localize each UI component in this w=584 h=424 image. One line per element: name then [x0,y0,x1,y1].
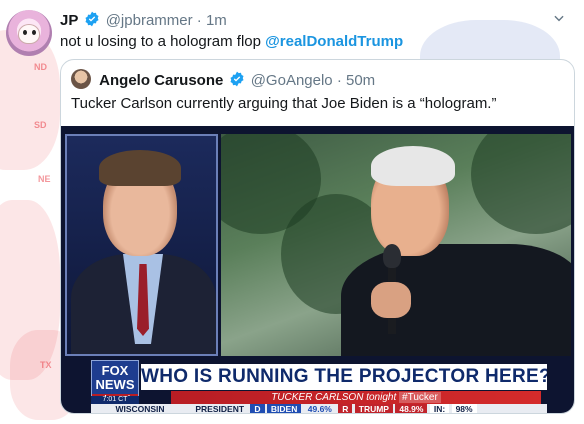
network-logo: FOX NEWS channel [91,360,139,403]
broadcast-subline: TUCKER CARLSON tonight #Tucker [171,391,541,404]
author-avatar[interactable] [6,10,52,56]
author-name[interactable]: JP [60,12,78,29]
tweet-text: not u losing to a hologram flop @realDon… [60,33,403,50]
tweet-header: JP @jpbrammer · 1m [60,11,227,29]
ticker-dem-name: BIDEN [266,404,302,413]
background-foliage [471,134,571,234]
broadcast-clock: 7:01 CT [91,396,139,404]
quoted-author-avatar[interactable] [71,69,91,89]
separator-dot: · [196,12,202,29]
ticker-race: PRESIDENT [195,404,245,413]
avatar-eye-right [32,30,36,35]
speaker-figure-hand [371,282,411,318]
separator-dot: · [336,72,342,89]
quoted-tweet-media[interactable]: FOX NEWS channel WHO IS RUNNING THE PROJ… [61,126,574,413]
tweet-timestamp[interactable]: 1m [206,12,227,29]
host-figure-hair [99,150,181,186]
chevron-down-icon[interactable] [552,11,566,28]
tv-split-right-panel [221,134,571,356]
ticker-in-label: IN: [429,404,450,413]
mention-link[interactable]: @realDonaldTrump [265,33,403,50]
quoted-tweet-header: Angelo Carusone @GoAngelo · 50m [71,69,375,89]
quoted-author-name[interactable]: Angelo Carusone [99,72,223,89]
ticker-in-pct: 98% [451,404,477,413]
show-suffix: tonight [366,392,397,403]
speaker-figure-hair [371,146,455,186]
show-hashtag: #Tucker [399,392,441,403]
avatar-eye-left [23,30,27,35]
microphone-icon [383,244,401,268]
quoted-author-handle[interactable]: @GoAngelo [251,72,333,89]
show-name: TUCKER CARLSON [271,392,364,403]
election-ticker: WISCONSIN PRESIDENT D BIDEN 49.6% R TRUM… [91,404,547,413]
tv-lower-third: FOX NEWS channel WHO IS RUNNING THE PROJ… [61,358,574,413]
ticker-state: WISCONSIN [115,404,165,413]
verified-badge-icon [229,71,244,87]
ticker-dem-letter: D [250,404,265,413]
ticker-rep-letter: R [338,404,353,413]
quoted-tweet[interactable]: Angelo Carusone @GoAngelo · 50m Tucker C… [60,59,575,414]
ticker-dem-pct: 49.6% [307,404,332,413]
avatar-face [18,24,40,44]
tweet[interactable]: JP @jpbrammer · 1m not u losing to a hol… [0,0,584,424]
tweet-body: not u losing to a hologram flop [60,33,261,50]
quoted-tweet-timestamp[interactable]: 50m [346,72,375,89]
network-logo-line1: FOX [101,363,129,378]
tv-split-left-panel [65,134,218,356]
verified-badge-icon [84,11,99,27]
ticker-rep-pct: 48.9% [395,404,428,413]
ticker-rep-name: TRUMP [354,404,393,413]
broadcast-headline: WHO IS RUNNING THE PROJECTOR HERE? [141,364,547,390]
quoted-tweet-text: Tucker Carlson currently arguing that Jo… [71,95,497,112]
author-handle[interactable]: @jpbrammer [106,12,193,29]
network-logo-line2: NEWS [95,377,135,392]
